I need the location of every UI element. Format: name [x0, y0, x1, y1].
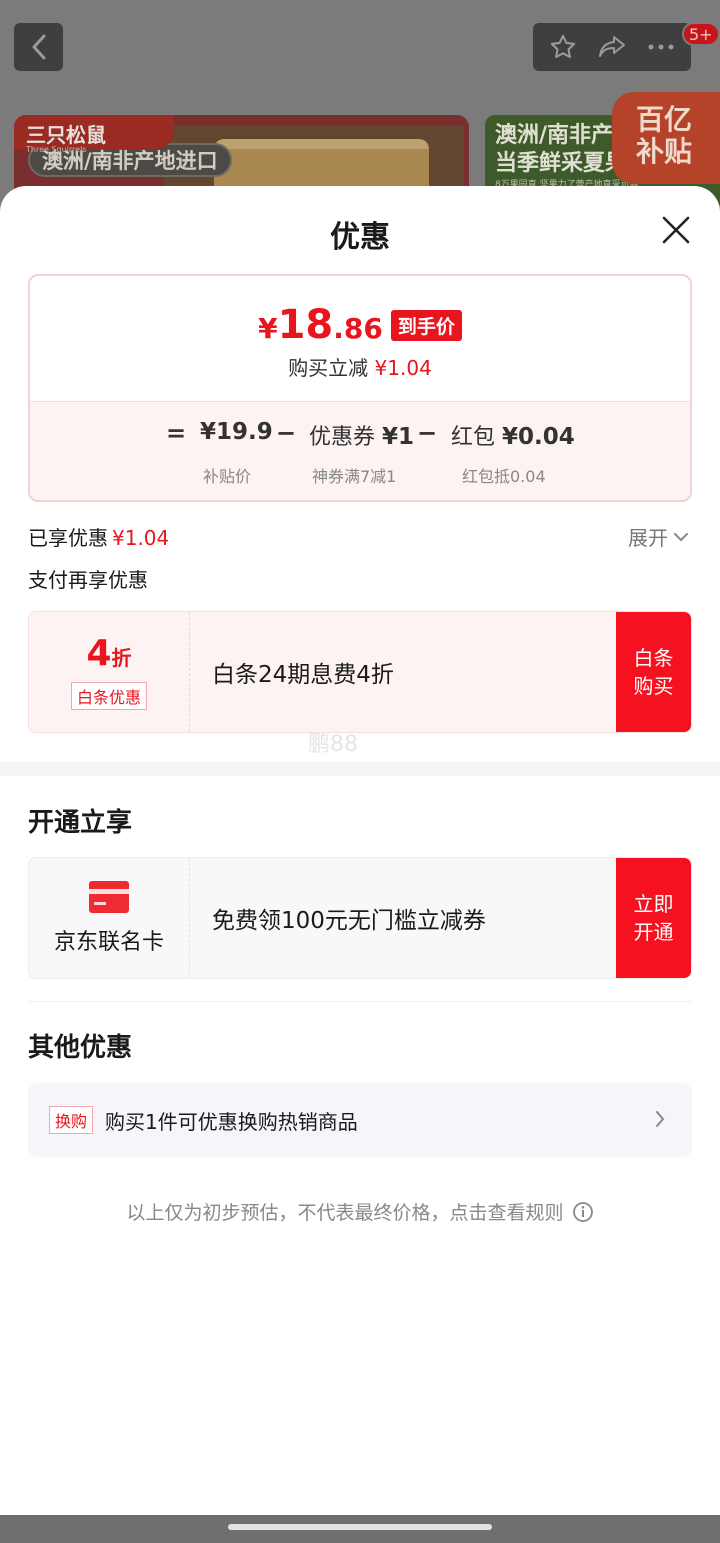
expand-label: 展开 — [628, 526, 668, 550]
exchange-offer-item[interactable]: 换购 购买1件可优惠换购热销商品 — [28, 1083, 692, 1157]
share-icon — [598, 36, 625, 57]
enjoyed-label: 已享优惠 — [28, 526, 108, 550]
star-icon — [551, 34, 576, 58]
page: 5+ 澳洲/南非产地进口 三只松鼠 Three Squirrels 澳洲/南非产… — [0, 0, 720, 1543]
coupon-term: 优惠券 ¥1 — [309, 419, 414, 451]
redpacket-term: 红包 ¥0.04 — [451, 419, 575, 451]
exchange-tag: 换购 — [49, 1106, 94, 1134]
coupon-value: ¥1 — [382, 424, 415, 450]
redpacket-name: 红包 — [451, 425, 496, 450]
reduce-label: 购买立减 — [288, 356, 369, 380]
redpacket-value: ¥0.04 — [502, 424, 575, 450]
system-home-bar — [0, 1515, 720, 1543]
coupon-label: 神券满7减1 — [312, 467, 397, 486]
subsidy-line1: 百亿 — [636, 103, 693, 136]
favorite-button[interactable] — [541, 23, 585, 71]
close-icon — [662, 216, 690, 244]
redpacket-label: 红包抵0.04 — [462, 467, 546, 486]
discount-number: 4 — [86, 633, 112, 674]
currency-symbol: ¥ — [258, 312, 278, 345]
reduce-line: 购买立减 ¥1.04 — [30, 352, 690, 381]
reduce-amount: ¥1.04 — [374, 356, 432, 380]
enjoyed-amount: ¥1.04 — [112, 526, 170, 550]
section-gap — [0, 762, 720, 776]
final-price: ¥18.86 — [258, 302, 383, 348]
close-button[interactable] — [656, 210, 696, 250]
final-price-row: ¥18.86 到手价 — [30, 302, 690, 348]
open-now-button[interactable]: 立即 开通 — [616, 858, 691, 978]
chevron-right-icon — [650, 1109, 670, 1129]
expand-toggle[interactable]: 展开 — [628, 522, 690, 551]
base-price-value: ¥19.9 — [200, 419, 273, 445]
home-indicator[interactable] — [228, 1524, 492, 1530]
baitiao-buy-button[interactable]: 白条 购买 — [616, 612, 691, 732]
baitiao-tag: 白条优惠 — [70, 682, 147, 710]
baitiao-offer-card[interactable]: 4折 白条优惠 白条24期息费4折 白条 购买 — [28, 611, 692, 733]
jd-card-offer-text: 免费领100元无门槛立减券 — [212, 908, 486, 934]
price-integer: 18 — [277, 302, 334, 348]
more-icon — [648, 44, 674, 50]
baitiao-button-line1: 白条 — [633, 646, 674, 670]
notification-badge: 5+ — [682, 22, 720, 46]
minus-sign: − — [417, 419, 438, 447]
estimate-note[interactable]: 以上仅为初步预估，不代表最终价格，点击查看规则 — [0, 1198, 720, 1225]
open-section-title: 开通立享 — [28, 808, 133, 838]
open-button-line2: 开通 — [633, 920, 674, 944]
base-price-label: 补贴价 — [203, 467, 252, 486]
discount-sheet: 优惠 ¥18.86 到手价 购买立减 ¥1.04 = ¥19.9 补贴价 − 优… — [0, 186, 720, 1515]
other-section-title: 其他优惠 — [28, 1033, 133, 1063]
top-action-group — [533, 23, 691, 71]
pay-discount-title: 支付再享优惠 — [28, 568, 148, 592]
price-card: ¥18.86 到手价 购买立减 ¥1.04 = ¥19.9 补贴价 − 优惠券 … — [28, 274, 692, 502]
open-button-line1: 立即 — [633, 892, 674, 916]
watermark: 鹏88 — [308, 732, 358, 757]
baitiao-button-line2: 购买 — [633, 674, 674, 698]
final-price-tag: 到手价 — [390, 309, 462, 341]
minus-sign: − — [276, 419, 297, 447]
subsidy-badge: 百亿 补贴 — [612, 92, 720, 184]
equals-sign: = — [166, 419, 187, 447]
price-card-divider — [30, 401, 690, 402]
back-icon — [32, 34, 45, 60]
sheet-title: 优惠 — [330, 220, 390, 255]
chevron-down-icon — [674, 532, 688, 541]
more-button[interactable] — [639, 23, 683, 71]
subsidy-line2: 补贴 — [636, 135, 693, 168]
enjoyed-discount: 已享优惠 ¥1.04 — [28, 522, 169, 551]
jd-card-badge: 京东联名卡 — [29, 858, 190, 978]
jd-card-name: 京东联名卡 — [53, 930, 164, 955]
back-button[interactable] — [14, 23, 63, 71]
discount-unit: 折 — [111, 646, 132, 670]
price-formula: = ¥19.9 补贴价 − 优惠券 ¥1 神券满7减1 − 红包 ¥0.04 红… — [30, 419, 690, 486]
brand-name: 三只松鼠 — [26, 123, 106, 147]
estimate-note-text: 以上仅为初步预估，不代表最终价格，点击查看规则 — [126, 1202, 564, 1224]
discount-rate: 4折 — [86, 634, 131, 678]
baitiao-offer-text: 白条24期息费4折 — [212, 662, 394, 688]
jd-card-offer-card[interactable]: 京东联名卡 免费领100元无门槛立减券 立即 开通 — [28, 857, 692, 979]
baitiao-discount-badge: 4折 白条优惠 — [29, 612, 190, 732]
banner-right-line2: 当季鲜采夏果 — [495, 151, 628, 176]
price-decimal: .86 — [333, 312, 383, 345]
base-price: ¥19.9 — [200, 419, 273, 445]
share-button[interactable] — [590, 23, 634, 71]
brand-logo: 三只松鼠 Three Squirrels — [14, 115, 174, 154]
credit-card-icon — [89, 881, 129, 913]
exchange-offer-text: 购买1件可优惠换购热销商品 — [105, 1109, 358, 1134]
info-icon[interactable] — [572, 1201, 594, 1223]
section-divider — [28, 1001, 692, 1002]
coupon-name: 优惠券 — [309, 425, 376, 450]
